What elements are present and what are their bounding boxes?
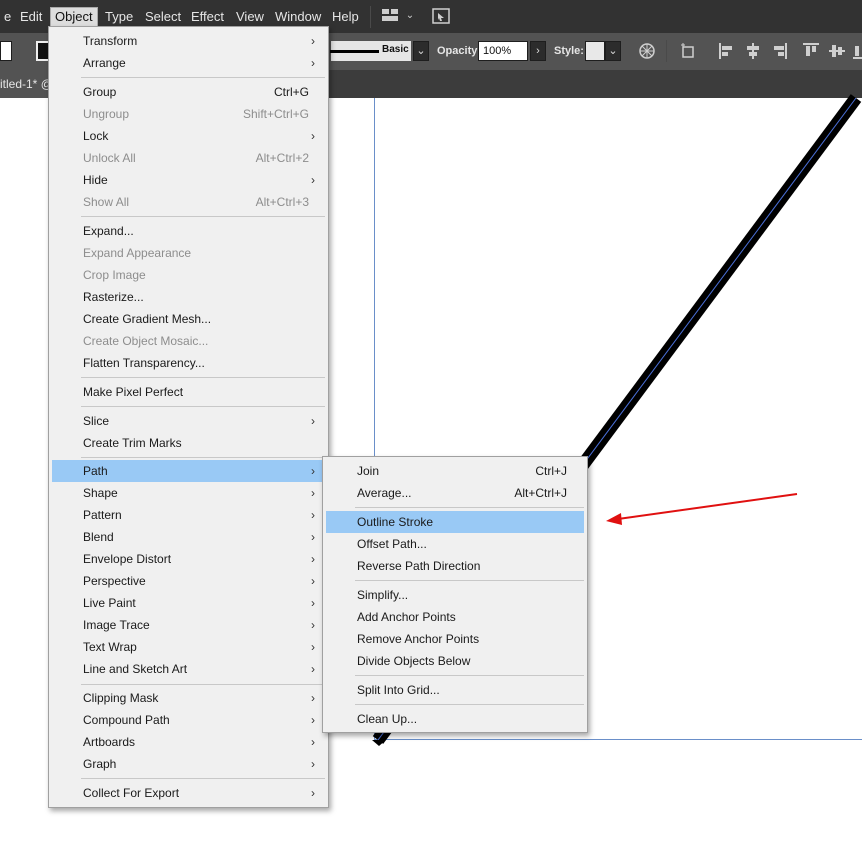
object-menu: Transform › Arrange › Group Ctrl+G Ungroup S…	[48, 26, 329, 808]
menu-item-shape[interactable]: Shape ›	[83, 482, 323, 504]
submenu-item-average[interactable]: Average... Alt+Ctrl+J	[357, 482, 567, 504]
menu-item-collect-for-export[interactable]: Collect For Export ›	[83, 782, 323, 804]
annotation-arrow-head	[606, 513, 622, 525]
menu-item-envelope-distort[interactable]: Envelope Distort ›	[83, 548, 323, 570]
menu-separator	[355, 675, 584, 676]
menu-item-blend[interactable]: Blend ›	[83, 526, 323, 548]
menu-separator	[81, 77, 325, 78]
menu-item-rasterize[interactable]: Rasterize...	[83, 286, 323, 308]
menu-item-create-gradient-mesh[interactable]: Create Gradient Mesh...	[83, 308, 323, 330]
menu-item-show-all[interactable]: Show All Alt+Ctrl+3	[83, 191, 323, 213]
menu-item-compound-path[interactable]: Compound Path ›	[83, 709, 323, 731]
submenu-item-reverse-path-direction[interactable]: Reverse Path Direction	[357, 555, 567, 577]
menu-separator	[355, 580, 584, 581]
path-end-anchor	[372, 740, 386, 746]
menu-item-slice[interactable]: Slice ›	[83, 410, 323, 432]
submenu-item-outline-stroke[interactable]: Outline Stroke	[357, 511, 567, 533]
menu-separator	[81, 457, 325, 458]
submenu-item-offset-path[interactable]: Offset Path...	[357, 533, 567, 555]
annotation-arrow-line	[617, 493, 798, 520]
menu-item-line-and-sketch-art[interactable]: Line and Sketch Art ›	[83, 658, 323, 680]
menu-item-make-pixel-perfect[interactable]: Make Pixel Perfect	[83, 381, 323, 403]
menu-item-pattern[interactable]: Pattern ›	[83, 504, 323, 526]
menu-separator	[81, 406, 325, 407]
menu-item-lock[interactable]: Lock ›	[83, 125, 323, 147]
menu-item-flatten-transparency[interactable]: Flatten Transparency...	[83, 352, 323, 374]
menu-item-arrange[interactable]: Arrange ›	[83, 52, 323, 74]
submenu-item-split-into-grid[interactable]: Split Into Grid...	[357, 679, 567, 701]
menu-item-ungroup[interactable]: Ungroup Shift+Ctrl+G	[83, 103, 323, 125]
menu-separator	[81, 684, 325, 685]
menu-item-group[interactable]: Group Ctrl+G	[83, 81, 323, 103]
submenu-item-join[interactable]: Join Ctrl+J	[357, 460, 567, 482]
menu-item-create-trim-marks[interactable]: Create Trim Marks	[83, 432, 323, 454]
menu-item-text-wrap[interactable]: Text Wrap ›	[83, 636, 323, 658]
menu-separator	[81, 377, 325, 378]
path-submenu: Join Ctrl+J Average... Alt+Ctrl+J Outline …	[322, 456, 588, 733]
menu-item-artboards[interactable]: Artboards ›	[83, 731, 323, 753]
menu-item-graph[interactable]: Graph ›	[83, 753, 323, 775]
menu-item-path[interactable]: Path ›	[83, 460, 323, 482]
menu-separator	[81, 216, 325, 217]
menu-item-clipping-mask[interactable]: Clipping Mask ›	[83, 687, 323, 709]
menu-item-expand[interactable]: Expand...	[83, 220, 323, 242]
submenu-item-add-anchor-points[interactable]: Add Anchor Points	[357, 606, 567, 628]
menu-item-image-trace[interactable]: Image Trace ›	[83, 614, 323, 636]
menu-item-transform[interactable]: Transform ›	[83, 30, 323, 52]
submenu-item-remove-anchor-points[interactable]: Remove Anchor Points	[357, 628, 567, 650]
menu-separator	[355, 704, 584, 705]
menu-separator	[81, 778, 325, 779]
menu-item-expand-appearance[interactable]: Expand Appearance	[83, 242, 323, 264]
menu-item-live-paint[interactable]: Live Paint ›	[83, 592, 323, 614]
menu-item-unlock-all[interactable]: Unlock All Alt+Ctrl+2	[83, 147, 323, 169]
submenu-item-divide-objects-below[interactable]: Divide Objects Below	[357, 650, 567, 672]
menu-item-hide[interactable]: Hide ›	[83, 169, 323, 191]
menu-item-crop-image[interactable]: Crop Image	[83, 264, 323, 286]
submenu-item-clean-up[interactable]: Clean Up...	[357, 708, 567, 730]
menu-item-perspective[interactable]: Perspective ›	[83, 570, 323, 592]
submenu-item-simplify[interactable]: Simplify...	[357, 584, 567, 606]
menu-item-create-object-mosaic[interactable]: Create Object Mosaic...	[83, 330, 323, 352]
menu-separator	[355, 507, 584, 508]
